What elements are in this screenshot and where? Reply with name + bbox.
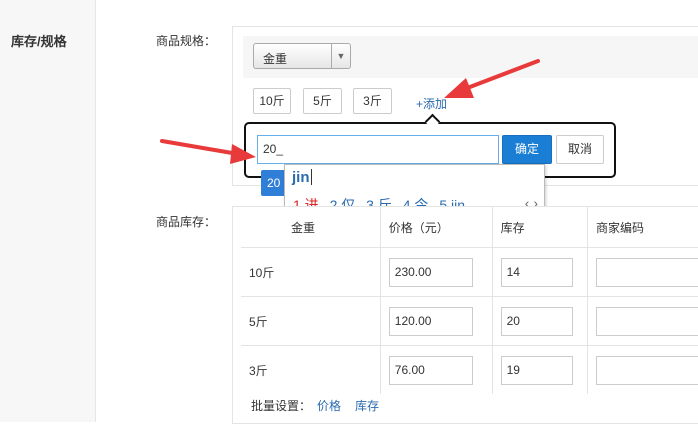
batch-settings: 批量设置： 价格库存 <box>251 397 379 414</box>
batch-stock-link[interactable]: 库存 <box>355 399 379 413</box>
price-input[interactable]: 230.00 <box>389 258 473 287</box>
stock-label: 商品库存： <box>156 213 216 230</box>
table-row: 5斤 120.00 20 <box>241 297 698 346</box>
spec-cell: 5斤 <box>241 297 380 346</box>
autocomplete-suggestion[interactable]: 20 <box>261 170 285 196</box>
chevron-down-icon: ▼ <box>331 44 350 68</box>
price-input[interactable]: 76.00 <box>389 356 473 385</box>
stock-table: 金重 价格（元） 库存 商家编码 10斤 230.00 14 5斤 120.00… <box>241 207 698 394</box>
spec-label: 商品规格： <box>156 32 216 49</box>
batch-price-link[interactable]: 价格 <box>317 399 341 413</box>
column-header: 商家编码 <box>588 207 698 248</box>
spec-type-value: 金重 <box>263 50 287 67</box>
table-row: 10斤 230.00 14 <box>241 248 698 297</box>
code-input[interactable] <box>596 258 698 287</box>
stock-input[interactable]: 20 <box>501 307 573 336</box>
table-header-row: 金重 价格（元） 库存 商家编码 <box>241 207 698 248</box>
section-title: 库存/规格 <box>11 31 67 50</box>
cancel-button[interactable]: 取消 <box>556 135 604 164</box>
price-input[interactable]: 120.00 <box>389 307 473 336</box>
spec-type-select[interactable]: 金重 ▼ <box>253 43 351 69</box>
annotation-arrow-icon <box>158 136 260 172</box>
stock-input[interactable]: 14 <box>501 258 573 287</box>
stock-input[interactable]: 19 <box>501 356 573 385</box>
spec-chip[interactable]: 3斤 <box>353 88 392 114</box>
code-input[interactable] <box>596 356 698 385</box>
batch-label: 批量设置： <box>251 399 311 413</box>
left-column <box>0 0 96 422</box>
confirm-button[interactable]: 确定 <box>502 135 552 164</box>
ime-composition: jin <box>292 169 312 186</box>
spec-chip[interactable]: 5斤 <box>303 88 342 114</box>
code-input[interactable] <box>596 307 698 336</box>
spec-cell: 3斤 <box>241 346 380 395</box>
column-header: 库存 <box>492 207 587 248</box>
table-row: 3斤 76.00 19 <box>241 346 698 395</box>
spec-chip[interactable]: 10斤 <box>253 88 291 114</box>
column-header: 金重 <box>241 207 380 248</box>
spec-value-input[interactable]: 20_ <box>257 135 499 164</box>
spec-cell: 10斤 <box>241 248 380 297</box>
column-header: 价格（元） <box>380 207 492 248</box>
annotation-arrow-icon <box>440 56 544 104</box>
